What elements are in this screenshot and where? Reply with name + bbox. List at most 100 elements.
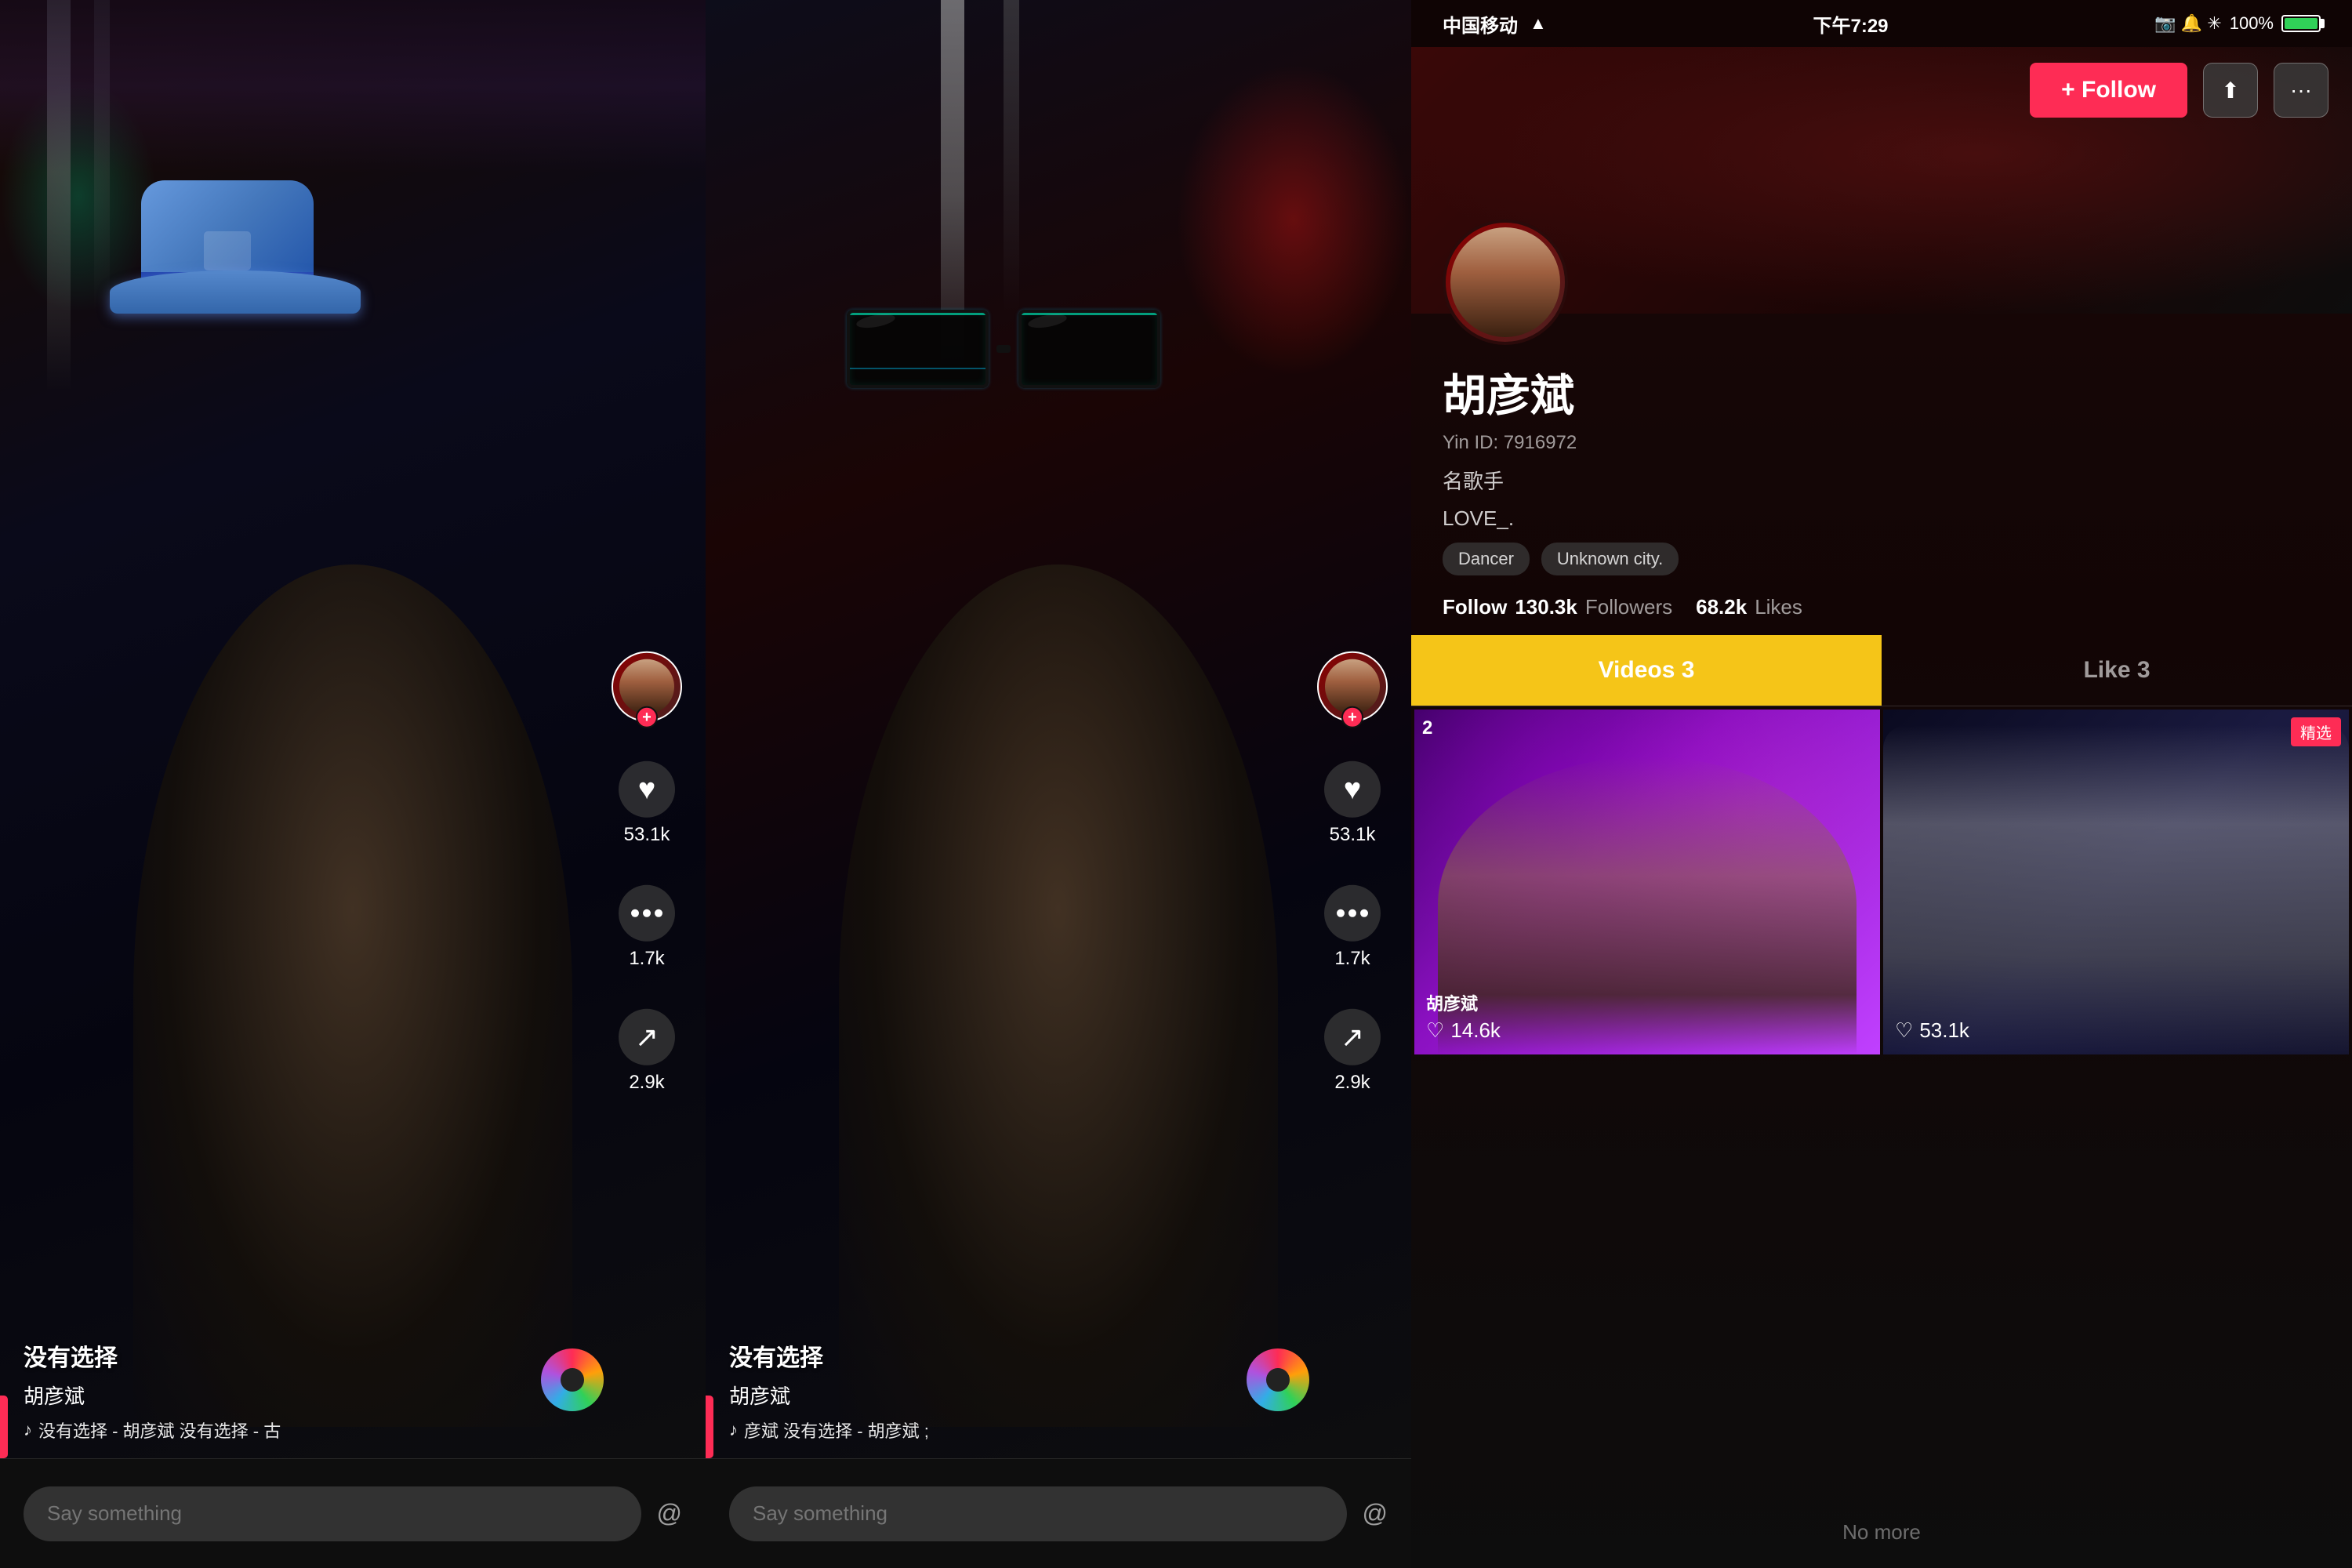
status-right: 📷 🔔 ✳ 100% bbox=[2154, 13, 2321, 34]
video-title: 没有选择 bbox=[24, 1338, 612, 1373]
profile-tabs: Videos 3 Like 3 bbox=[1411, 635, 2352, 706]
red-accent-bar bbox=[0, 1396, 8, 1458]
person-silhouette bbox=[133, 564, 572, 1427]
glasses-lens-right bbox=[1018, 310, 1160, 388]
videos-grid: 2 胡彦斌 ♡ 14.6k 精选 ♡ 53.1k bbox=[1411, 706, 2352, 1497]
video-panel-middle: + ♥ 53.1k 1.7k ↗ 2.9k bbox=[706, 0, 1411, 1568]
share-icon-circle-mid: ↗ bbox=[1324, 1009, 1381, 1065]
comment-btn[interactable]: 1.7k bbox=[619, 885, 675, 970]
comment-btn-mid[interactable]: 1.7k bbox=[1324, 885, 1381, 970]
accent-light-red bbox=[1176, 63, 1411, 376]
video-title-mid: 没有选择 bbox=[729, 1338, 1317, 1373]
side-icons-left: + ♥ 53.1k 1.7k ↗ 2.9k bbox=[612, 652, 682, 1094]
heart-icon-circle: ♥ bbox=[619, 761, 675, 818]
follow-plus-btn-mid[interactable]: + bbox=[1341, 706, 1363, 728]
comment-bar-left: @ bbox=[0, 1458, 706, 1568]
glasses-lens-left bbox=[847, 310, 989, 388]
dot3m bbox=[1360, 909, 1368, 917]
video-username-mid: 胡彦斌 bbox=[729, 1381, 1317, 1410]
follow-count-label: Follow bbox=[1443, 595, 1507, 619]
more-dots-icon: ··· bbox=[2290, 78, 2312, 103]
glasses-frame bbox=[847, 298, 1160, 400]
video-thumb-1[interactable]: 2 胡彦斌 ♡ 14.6k bbox=[1414, 710, 1880, 1054]
video-avatar-middle[interactable]: + bbox=[1317, 652, 1388, 722]
profile-yin-id: Yin ID: 7916972 bbox=[1443, 432, 2321, 454]
dot3 bbox=[655, 909, 662, 917]
share-profile-btn[interactable]: ⬆ bbox=[2203, 63, 2258, 118]
at-icon-mid[interactable]: @ bbox=[1363, 1499, 1388, 1528]
followers-num: 130.3k bbox=[1515, 595, 1577, 619]
share-btn-mid[interactable]: ↗ 2.9k bbox=[1324, 1009, 1381, 1094]
video-text-middle: 没有选择 胡彦斌 ♪ 彦斌 没有选择 - 胡彦斌 ; bbox=[729, 1338, 1317, 1443]
tag-dancer: Dancer bbox=[1443, 543, 1530, 575]
glitch-1 bbox=[850, 313, 985, 315]
tab-videos[interactable]: Videos 3 bbox=[1411, 635, 1882, 706]
likes-label: Likes bbox=[1755, 595, 1802, 619]
video-thumb-2[interactable]: 精选 ♡ 53.1k bbox=[1883, 710, 2349, 1054]
music-note-mid: ♪ bbox=[729, 1420, 738, 1440]
dot2 bbox=[643, 909, 651, 917]
profile-stats: Follow 130.3k Followers 68.2k Likes bbox=[1443, 595, 2321, 619]
share-count: 2.9k bbox=[629, 1072, 664, 1094]
no-more-text: No more bbox=[1411, 1497, 2352, 1568]
like-btn-mid[interactable]: ♥ 53.1k bbox=[1324, 761, 1381, 846]
thumb-person-1 bbox=[1438, 757, 1857, 1054]
video-username: 胡彦斌 bbox=[24, 1381, 612, 1410]
thumb-likes-2: 53.1k bbox=[1919, 1018, 1969, 1043]
video-avatar[interactable]: + bbox=[612, 652, 682, 722]
comment-input-mid[interactable] bbox=[729, 1486, 1347, 1541]
red-bar-mid bbox=[706, 1396, 713, 1458]
dot1 bbox=[631, 909, 639, 917]
comment-input-left[interactable] bbox=[24, 1486, 641, 1541]
thumb-heart-1: ♡ bbox=[1426, 1018, 1444, 1043]
glitch-3 bbox=[1022, 313, 1157, 315]
profile-avatar-inner bbox=[1450, 227, 1560, 337]
song-text: 没有选择 - 胡彦斌 没有选择 - 古 bbox=[38, 1417, 281, 1443]
like-count-mid: 53.1k bbox=[1330, 824, 1376, 846]
comment-count-mid: 1.7k bbox=[1334, 948, 1370, 970]
glasses-ar-overlay bbox=[847, 298, 1160, 400]
battery-fill bbox=[2285, 18, 2318, 29]
dot1m bbox=[1337, 909, 1345, 917]
hat-logo bbox=[204, 231, 251, 270]
profile-tags: Dancer Unknown city. bbox=[1443, 543, 2321, 575]
at-icon-left[interactable]: @ bbox=[657, 1499, 682, 1528]
dot2m bbox=[1348, 909, 1356, 917]
profile-hero: + Follow ⬆ ··· bbox=[1411, 47, 2352, 314]
share-icon: ↗ bbox=[635, 1021, 659, 1054]
wifi-icon: ▲ bbox=[1530, 13, 1547, 34]
like-count: 53.1k bbox=[624, 824, 670, 846]
battery-icon bbox=[2281, 15, 2321, 32]
status-bar: 中国移动 ▲ 下午7:29 📷 🔔 ✳ 100% bbox=[1411, 0, 2352, 47]
tag-city: Unknown city. bbox=[1541, 543, 1679, 575]
follow-plus-btn[interactable]: + bbox=[636, 706, 658, 728]
video-panel-left: + ♥ 53.1k 1.7k ↗ 2.9k bbox=[0, 0, 706, 1568]
video-song: ♪ 没有选择 - 胡彦斌 没有选择 - 古 bbox=[24, 1417, 612, 1443]
share-btn[interactable]: ↗ 2.9k bbox=[619, 1009, 675, 1094]
thumb-heart-2: ♡ bbox=[1895, 1018, 1913, 1043]
share-icon-mid: ↗ bbox=[1341, 1021, 1364, 1054]
thumb-likes-1: 14.6k bbox=[1450, 1018, 1501, 1043]
profile-actions: + Follow ⬆ ··· bbox=[2030, 63, 2328, 118]
music-note-icon: ♪ bbox=[24, 1420, 32, 1440]
tab-likes[interactable]: Like 3 bbox=[1882, 635, 2352, 706]
profile-avatar[interactable] bbox=[1443, 220, 1568, 345]
tab-videos-label: Videos 3 bbox=[1599, 657, 1695, 684]
comment-count: 1.7k bbox=[629, 948, 664, 970]
profile-info: 胡彦斌 Yin ID: 7916972 名歌手 LOVE_. Dancer Un… bbox=[1411, 314, 2352, 635]
more-options-btn[interactable]: ··· bbox=[2274, 63, 2328, 118]
pillar-2 bbox=[1004, 0, 1019, 314]
status-icons: 📷 🔔 ✳ bbox=[2154, 13, 2221, 34]
battery-tip bbox=[2321, 19, 2325, 28]
share-icon-circle: ↗ bbox=[619, 1009, 675, 1065]
thumb-person-2 bbox=[1883, 725, 2349, 1054]
comment-dots-mid bbox=[1337, 909, 1368, 917]
glitch-2 bbox=[850, 368, 985, 369]
like-btn[interactable]: ♥ 53.1k bbox=[619, 761, 675, 846]
profile-name: 胡彦斌 bbox=[1443, 361, 2321, 424]
battery-percent: 100% bbox=[2230, 13, 2274, 34]
tab-likes-label: Like 3 bbox=[2083, 657, 2150, 684]
follow-button[interactable]: + Follow bbox=[2030, 63, 2187, 118]
status-time: 下午7:29 bbox=[1813, 10, 1889, 38]
video-num-1: 2 bbox=[1422, 717, 1432, 739]
